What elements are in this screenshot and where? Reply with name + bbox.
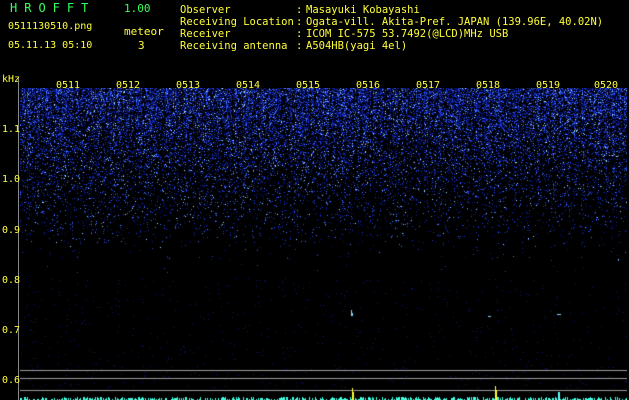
- antenna-label: Receiving antenna: [180, 40, 288, 52]
- x-tick-0511: 0511: [56, 80, 81, 91]
- location-value: Ogata-vill. Akita-Pref. JAPAN (139.96E, …: [306, 16, 604, 28]
- receiver-label: Receiver: [180, 28, 231, 40]
- observer-value: Masayuki Kobayashi: [306, 4, 420, 16]
- x-tick-0520: 0520: [594, 80, 619, 91]
- app-title: HROFFT: [10, 1, 96, 15]
- y-tick-0-6: 0.6: [2, 375, 21, 386]
- antenna-value: A504HB(yagi 4el): [306, 40, 408, 52]
- x-tick-0515: 0515: [296, 80, 321, 91]
- observer-label: Observer: [180, 4, 231, 16]
- meteor-label: meteor: [124, 25, 164, 38]
- spectrogram-canvas: [20, 88, 627, 400]
- receiver-value: ICOM IC-575 53.7492(@LCD)MHz USB: [306, 28, 509, 40]
- x-tick-0513: 0513: [176, 80, 201, 91]
- y-tick-0-7: 0.7: [2, 325, 21, 336]
- file-name: 0511130510.png: [8, 21, 93, 32]
- antenna-sep: :: [296, 40, 303, 52]
- location-sep: :: [296, 16, 303, 28]
- y-tick-1-0: 1.0: [2, 174, 21, 185]
- y-tick-1-1: 1.1: [2, 124, 21, 135]
- meteor-count: 3: [138, 39, 145, 52]
- x-tick-0517: 0517: [416, 80, 441, 91]
- x-tick-0518: 0518: [476, 80, 501, 91]
- receiver-sep: :: [296, 28, 303, 40]
- x-tick-0512: 0512: [116, 80, 141, 91]
- location-label: Receiving Location: [180, 16, 294, 28]
- y-tick-0-8: 0.8: [2, 275, 21, 286]
- app-version: 1.00: [124, 2, 151, 15]
- observer-sep: :: [296, 4, 303, 16]
- header-panel: HROFFT 1.00 0511130510.png meteor 3 05.1…: [0, 0, 629, 74]
- x-tick-0519: 0519: [536, 80, 561, 91]
- y-tick-0-9: 0.9: [2, 225, 21, 236]
- datetime: 05.11.13 05:10: [8, 40, 93, 51]
- x-tick-0516: 0516: [356, 80, 381, 91]
- x-tick-0514: 0514: [236, 80, 261, 91]
